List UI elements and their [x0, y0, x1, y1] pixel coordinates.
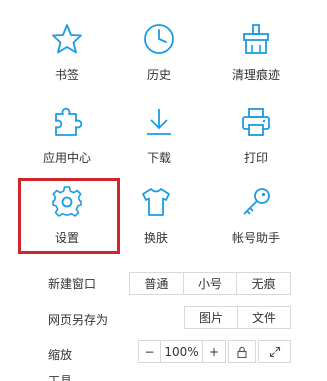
save-as-image-button[interactable]: 图片 [185, 307, 238, 328]
fullscreen-icon [259, 341, 290, 362]
lock-icon [229, 341, 255, 362]
broom-icon [239, 22, 273, 56]
clear-traces-label: 清理痕迹 [231, 68, 280, 82]
account-helper-button[interactable]: 帐号助手 [206, 177, 306, 257]
clock-icon [142, 22, 176, 56]
puzzle-icon [50, 105, 84, 139]
new-window-incognito-button[interactable]: 无痕 [237, 273, 290, 294]
key-icon [239, 185, 273, 219]
settings-label: 设置 [54, 231, 79, 245]
history-button[interactable]: 历史 [109, 14, 209, 94]
zoom-control: − 100% + [138, 340, 226, 363]
new-window-label: 新建窗口 [48, 277, 97, 291]
shirt-icon [139, 185, 173, 219]
save-page-options: 图片 文件 [184, 306, 291, 329]
save-page-label: 网页另存为 [48, 313, 109, 327]
skin-label: 换肤 [143, 231, 168, 245]
bookmarks-label: 书签 [54, 68, 79, 82]
download-icon [142, 105, 176, 139]
fullscreen-button[interactable] [258, 340, 291, 363]
clear-traces-button[interactable]: 清理痕迹 [206, 14, 306, 94]
zoom-lock-button[interactable] [228, 340, 256, 363]
account-helper-label: 帐号助手 [231, 231, 280, 245]
zoom-value: 100% [161, 341, 203, 362]
download-label: 下载 [146, 151, 171, 165]
zoom-label: 缩放 [48, 348, 73, 362]
zoom-out-button[interactable]: − [139, 341, 161, 362]
settings-button[interactable]: 设置 [17, 177, 117, 257]
gear-icon [50, 185, 84, 219]
star-icon [50, 22, 84, 56]
tools-label: 工具 [48, 374, 73, 381]
printer-icon [239, 105, 273, 139]
print-button[interactable]: 打印 [206, 97, 306, 177]
app-center-label: 应用中心 [42, 151, 91, 165]
download-button[interactable]: 下载 [109, 97, 209, 177]
new-window-options: 普通 小号 无痕 [129, 272, 291, 295]
print-label: 打印 [243, 151, 268, 165]
save-as-file-button[interactable]: 文件 [238, 307, 290, 328]
new-window-normal-button[interactable]: 普通 [130, 273, 184, 294]
bookmarks-button[interactable]: 书签 [17, 14, 117, 94]
zoom-in-button[interactable]: + [203, 341, 225, 362]
history-label: 历史 [146, 68, 171, 82]
skin-button[interactable]: 换肤 [106, 177, 206, 257]
app-center-button[interactable]: 应用中心 [17, 97, 117, 177]
new-window-small-button[interactable]: 小号 [184, 273, 238, 294]
